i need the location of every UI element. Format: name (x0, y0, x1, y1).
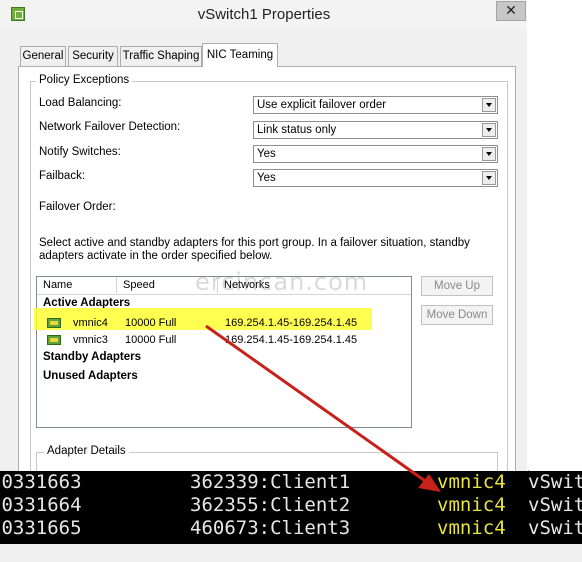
failover-detection-label: Network Failover Detection: (39, 121, 181, 133)
move-up-button[interactable]: Move Up (421, 276, 493, 296)
terminal-line: 50331664 362355:Client2 vmnic4 vSwit (0, 494, 582, 517)
title-bar: vSwitch1 Properties ✕ (0, 0, 528, 30)
adapter-list[interactable]: Name Speed Networks Active Adapters vmni… (36, 276, 412, 428)
failover-detection-value: Link status only (257, 124, 337, 136)
chevron-down-icon[interactable] (482, 147, 496, 161)
load-balancing-value: Use explicit failover order (257, 99, 387, 111)
tab-security[interactable]: Security (68, 46, 118, 66)
adapter-row-vmnic3[interactable]: vmnic3 10000 Full 169.254.1.45-169.254.1… (37, 332, 411, 349)
load-balancing-label: Load Balancing: (39, 97, 122, 109)
failback-select[interactable]: Yes (253, 169, 498, 187)
adapter-speed: 10000 Full (125, 334, 177, 346)
adapter-speed: 10000 Full (125, 317, 177, 329)
watermark-text: ercincan.com (195, 268, 369, 296)
failover-detection-select[interactable]: Link status only (253, 121, 498, 139)
adapter-details-title: Adapter Details (44, 445, 129, 457)
chevron-down-icon[interactable] (482, 123, 496, 137)
chevron-down-icon[interactable] (482, 171, 496, 185)
failback-label: Failback: (39, 170, 86, 182)
tab-nic-teaming[interactable]: NIC Teaming (202, 43, 278, 67)
switch-name: vSwit (528, 517, 582, 539)
world-id: 50331664 (0, 494, 82, 516)
load-balancing-select[interactable]: Use explicit failover order (253, 96, 498, 114)
team-uplink: vmnic4 (437, 517, 506, 539)
team-uplink: vmnic4 (437, 494, 506, 516)
team-uplink: vmnic4 (437, 471, 506, 493)
failover-description: Select active and standby adapters for t… (39, 237, 470, 262)
move-down-button[interactable]: Move Down (421, 305, 493, 325)
adapter-networks: 169.254.1.45-169.254.1.45 (225, 334, 358, 346)
column-name[interactable]: Name (37, 277, 117, 293)
unused-adapters-heading: Unused Adapters (43, 370, 138, 382)
chevron-down-icon[interactable] (482, 98, 496, 112)
client-name: 362339:Client1 (190, 471, 351, 493)
terminal-line: 50331665 460673:Client3 vmnic4 vSwit (0, 517, 582, 540)
adapter-row-vmnic4[interactable]: vmnic4 10000 Full 169.254.1.45-169.254.1… (37, 315, 411, 332)
client-name: 362355:Client2 (190, 494, 351, 516)
network-adapter-icon (47, 335, 61, 345)
background-area (527, 0, 582, 470)
failover-order-label: Failover Order: (39, 201, 116, 213)
world-id: 50331665 (0, 517, 82, 539)
dialog-bottom-strip (0, 544, 582, 562)
tab-traffic-shaping[interactable]: Traffic Shaping (120, 46, 202, 66)
standby-adapters-heading: Standby Adapters (43, 351, 141, 363)
switch-name: vSwit (528, 471, 582, 493)
close-button[interactable]: ✕ (496, 1, 526, 21)
terminal-output: 50331663 362339:Client1 vmnic4 vSwit 503… (0, 471, 582, 544)
notify-switches-label: Notify Switches: (39, 146, 121, 158)
window-title: vSwitch1 Properties (197, 6, 331, 23)
terminal-line: 50331663 362339:Client1 vmnic4 vSwit (0, 471, 582, 494)
notify-switches-select[interactable]: Yes (253, 145, 498, 163)
policy-exceptions-title: Policy Exceptions (36, 74, 133, 86)
switch-name: vSwit (528, 494, 582, 516)
network-adapter-icon (47, 318, 61, 328)
notify-switches-value: Yes (257, 148, 276, 160)
adapter-name: vmnic4 (73, 317, 108, 329)
world-id: 50331663 (0, 471, 82, 493)
failback-value: Yes (257, 172, 276, 184)
client-name: 460673:Client3 (190, 517, 351, 539)
adapter-networks: 169.254.1.45-169.254.1.45 (225, 317, 358, 329)
tab-general[interactable]: General (20, 46, 66, 66)
adapter-name: vmnic3 (73, 334, 108, 346)
